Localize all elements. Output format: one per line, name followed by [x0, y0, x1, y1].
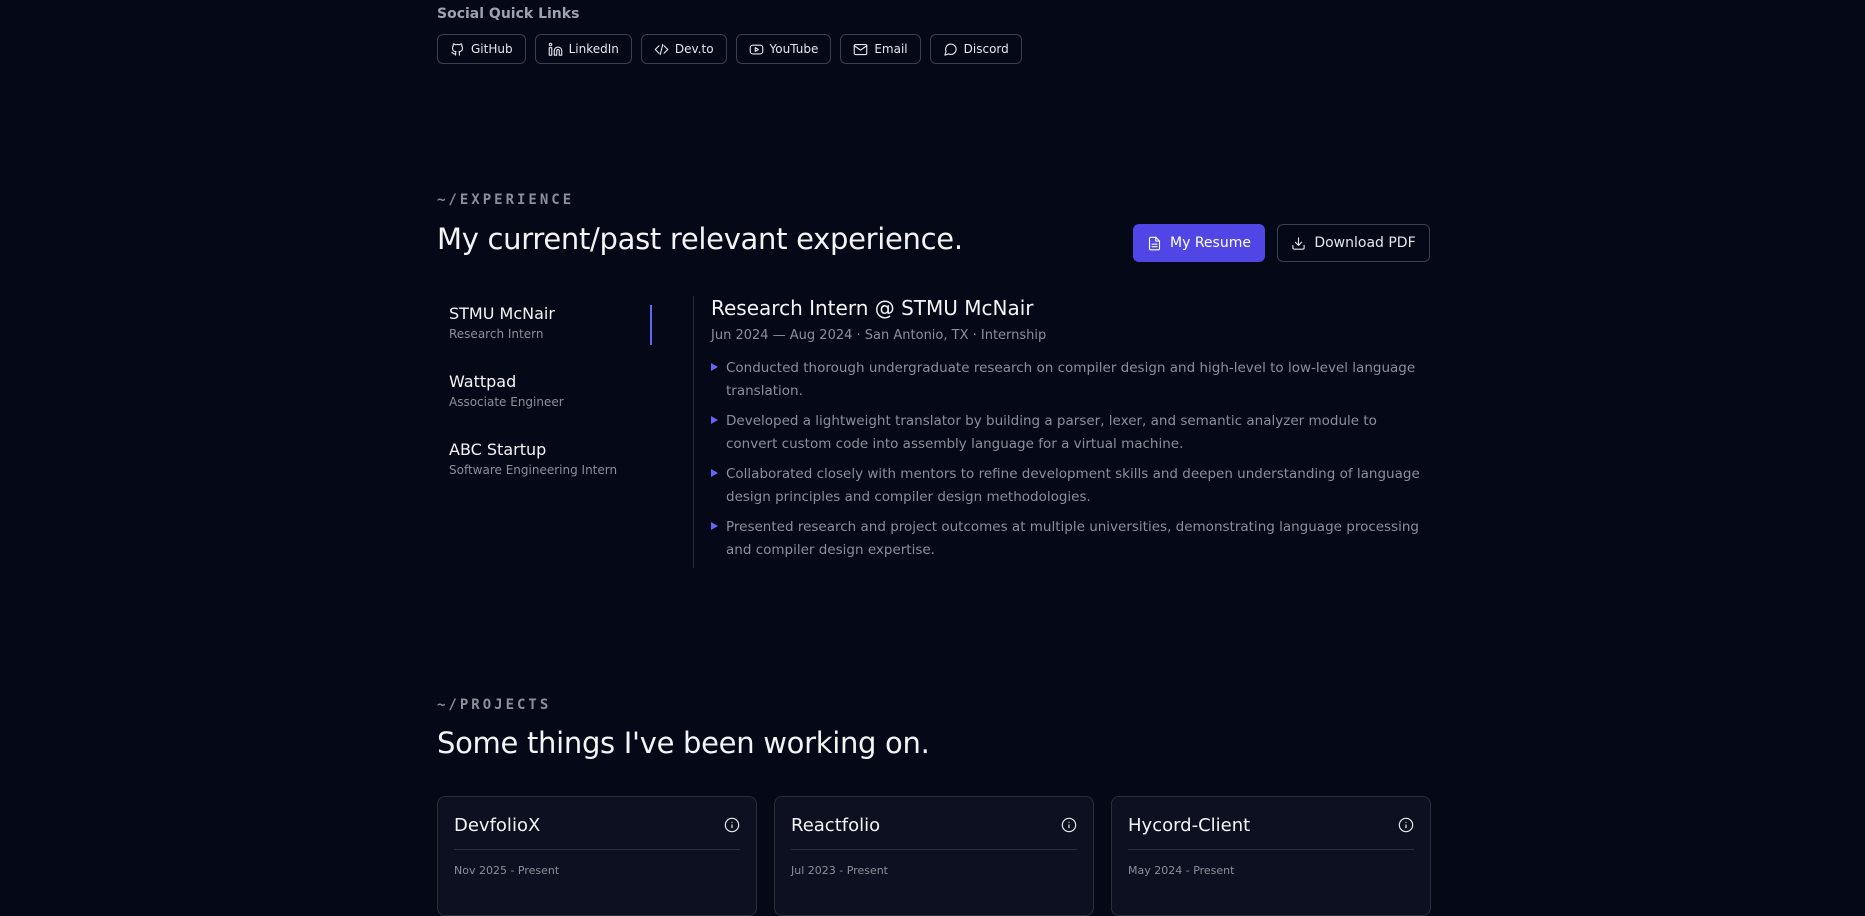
- experience-divider: [693, 296, 694, 568]
- experience-tab-wattpad[interactable]: Wattpad Associate Engineer: [437, 364, 652, 432]
- experience-company: STMU McNair: [449, 304, 555, 323]
- projects-eyebrow: ~/PROJECTS: [437, 697, 552, 713]
- bullet-triangle-icon: [711, 522, 718, 530]
- social-links-row: GitHub LinkedIn Dev.to YouTube Email Dis…: [437, 34, 1022, 64]
- bullet-triangle-icon: [711, 469, 718, 477]
- linkedin-icon: [548, 42, 562, 56]
- project-date: May 2024 - Present: [1128, 864, 1235, 877]
- mail-icon: [854, 43, 868, 55]
- document-icon: [1148, 236, 1161, 250]
- discord-link-label: Discord: [963, 42, 1009, 56]
- card-divider: [454, 849, 740, 850]
- linkedin-link-label: LinkedIn: [568, 42, 619, 56]
- card-divider: [791, 849, 1077, 850]
- info-icon[interactable]: [1061, 817, 1077, 833]
- experience-role: Software Engineering Intern: [449, 463, 618, 477]
- experience-bullet-text: Developed a lightweight translator by bu…: [726, 413, 1377, 452]
- project-name: DevfolioX: [454, 814, 541, 836]
- project-date: Jul 2023 - Present: [791, 864, 888, 877]
- chat-icon: [943, 43, 957, 56]
- experience-tab-abc-startup[interactable]: ABC Startup Software Engineering Intern: [437, 432, 652, 500]
- project-card[interactable]: Reactfolio Jul 2023 - Present: [774, 796, 1094, 916]
- project-card[interactable]: Hycord-Client May 2024 - Present: [1111, 796, 1431, 916]
- experience-role: Associate Engineer: [449, 395, 564, 409]
- experience-bullet-text: Presented research and project outcomes …: [726, 519, 1420, 558]
- experience-bullet-text: Conducted thorough undergraduate researc…: [726, 360, 1416, 399]
- download-pdf-button[interactable]: Download PDF: [1277, 224, 1430, 262]
- email-link[interactable]: Email: [840, 34, 921, 64]
- project-date: Nov 2025 - Present: [454, 864, 560, 877]
- experience-bullets: Conducted thorough undergraduate researc…: [711, 357, 1430, 562]
- email-link-label: Email: [874, 42, 908, 56]
- youtube-link-label: YouTube: [769, 42, 819, 56]
- info-icon[interactable]: [724, 817, 740, 833]
- projects-heading: Some things I've been working on.: [437, 726, 930, 760]
- card-divider: [1128, 849, 1414, 850]
- experience-company: Wattpad: [449, 372, 517, 391]
- download-pdf-label: Download PDF: [1314, 235, 1416, 251]
- bullet-triangle-icon: [711, 363, 718, 371]
- experience-bullet: Collaborated closely with mentors to ref…: [711, 463, 1430, 509]
- experience-nav: STMU McNair Research Intern Wattpad Asso…: [437, 296, 652, 500]
- project-card[interactable]: DevfolioX Nov 2025 - Present: [437, 796, 757, 916]
- project-name: Reactfolio: [791, 814, 881, 836]
- experience-bullet: Conducted thorough undergraduate researc…: [711, 357, 1430, 403]
- devto-link-label: Dev.to: [674, 42, 714, 56]
- github-link-label: GitHub: [471, 42, 513, 56]
- my-resume-label: My Resume: [1170, 235, 1251, 251]
- discord-link[interactable]: Discord: [929, 34, 1022, 64]
- experience-detail-title: Research Intern @ STMU McNair: [711, 296, 1034, 320]
- bullet-triangle-icon: [711, 416, 718, 424]
- social-links-title: Social Quick Links: [437, 6, 580, 22]
- youtube-icon: [749, 44, 763, 54]
- my-resume-button[interactable]: My Resume: [1133, 224, 1265, 262]
- experience-bullet: Presented research and project outcomes …: [711, 516, 1430, 562]
- experience-eyebrow: ~/EXPERIENCE: [437, 192, 575, 208]
- linkedin-link[interactable]: LinkedIn: [534, 34, 632, 64]
- experience-bullet-text: Collaborated closely with mentors to ref…: [726, 466, 1420, 505]
- github-link[interactable]: GitHub: [437, 34, 526, 64]
- experience-heading: My current/past relevant experience.: [437, 222, 963, 256]
- experience-company: ABC Startup: [449, 440, 547, 459]
- code-icon: [654, 43, 669, 55]
- experience-tab-stmu[interactable]: STMU McNair Research Intern: [437, 296, 652, 364]
- info-icon[interactable]: [1398, 817, 1414, 833]
- download-icon: [1292, 236, 1306, 250]
- experience-detail-meta: Jun 2024 — Aug 2024 · San Antonio, TX · …: [711, 328, 1047, 343]
- project-name: Hycord-Client: [1128, 814, 1251, 836]
- experience-role: Research Intern: [449, 327, 544, 341]
- devto-link[interactable]: Dev.to: [640, 34, 727, 64]
- youtube-link[interactable]: YouTube: [735, 34, 832, 64]
- github-icon: [451, 42, 464, 56]
- experience-bullet: Developed a lightweight translator by bu…: [711, 410, 1430, 456]
- project-cards: DevfolioX Nov 2025 - Present Reactfolio …: [437, 796, 1431, 916]
- experience-detail: Research Intern @ STMU McNair Jun 2024 —…: [711, 296, 1430, 569]
